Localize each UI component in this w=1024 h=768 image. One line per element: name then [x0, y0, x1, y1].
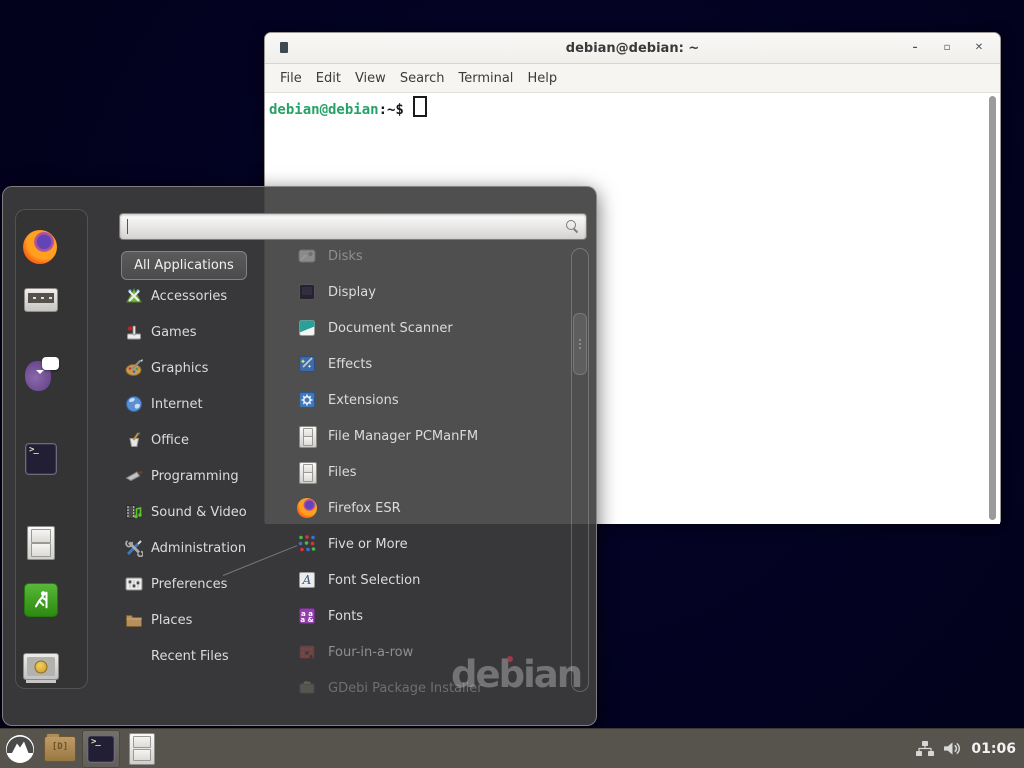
- terminal-menubar: File Edit View Search Terminal Help: [265, 64, 1000, 93]
- clock[interactable]: 01:06: [971, 741, 1016, 757]
- terminal-titlebar[interactable]: debian@debian: ~ – ▫ ✕: [265, 33, 1000, 64]
- display-icon: [297, 282, 317, 302]
- search-icon: [566, 220, 579, 233]
- svg-text:A: A: [302, 573, 312, 587]
- search-input[interactable]: [120, 219, 566, 234]
- places-icon: [125, 611, 143, 629]
- pidgin-icon[interactable]: [25, 361, 51, 391]
- menu-edit[interactable]: Edit: [309, 67, 348, 90]
- category-accessories[interactable]: Accessories: [125, 282, 275, 310]
- four-in-a-row-icon: [297, 642, 317, 662]
- logout-icon[interactable]: [24, 583, 58, 617]
- preferences-icon: [125, 575, 143, 593]
- terminal-window-icon: [280, 42, 288, 53]
- menu-file[interactable]: File: [273, 67, 309, 90]
- debian-watermark: debian: [451, 653, 581, 696]
- desktop: debian@debian: ~ – ▫ ✕ File Edit View Se…: [0, 0, 1024, 768]
- category-preferences[interactable]: Preferences: [125, 570, 275, 598]
- category-games[interactable]: Games: [125, 318, 275, 346]
- app-disks[interactable]: Disks: [265, 241, 573, 271]
- category-sound-video[interactable]: Sound & Video: [125, 498, 275, 526]
- running-person-glyph: [30, 589, 52, 611]
- menu-button[interactable]: [0, 729, 40, 768]
- category-graphics[interactable]: Graphics: [125, 354, 275, 382]
- debian-red-dot: [507, 656, 513, 662]
- games-icon: [125, 323, 143, 341]
- folder-icon: [D]: [44, 736, 76, 762]
- file-cabinet-icon[interactable]: [27, 526, 55, 560]
- app-five-or-more[interactable]: Five or More: [265, 529, 573, 559]
- prompt-suffix: :~$: [379, 102, 404, 118]
- menu-help[interactable]: Help: [520, 67, 564, 90]
- category-places[interactable]: Places: [125, 606, 275, 634]
- five-or-more-icon: [297, 534, 317, 554]
- administration-icon: [125, 539, 143, 557]
- category-administration[interactable]: Administration: [125, 534, 275, 562]
- firefox-icon[interactable]: [23, 230, 57, 264]
- file-cabinet-button[interactable]: [122, 729, 162, 768]
- internet-icon: [125, 395, 143, 413]
- menu-view[interactable]: View: [348, 67, 393, 90]
- font-selection-icon: A: [297, 570, 317, 590]
- app-list-scrollbar-thumb[interactable]: [573, 313, 587, 375]
- gdebi-icon: [297, 678, 317, 697]
- taskbar: [D] 01:06: [0, 728, 1024, 768]
- category-internet[interactable]: Internet: [125, 390, 275, 418]
- terminal-cursor: [413, 96, 427, 117]
- svg-text:a &: a &: [300, 616, 313, 624]
- graphics-icon: [125, 359, 143, 377]
- lock-screen-icon[interactable]: [23, 653, 59, 680]
- keyboard-icon[interactable]: [24, 288, 58, 312]
- app-extensions[interactable]: Extensions: [265, 385, 573, 415]
- search-box[interactable]: [119, 213, 587, 240]
- terminal-taskbar-button[interactable]: [82, 730, 120, 768]
- files-folder-button[interactable]: [D]: [40, 729, 80, 768]
- close-button[interactable]: ✕: [972, 41, 986, 55]
- disks-icon: [297, 246, 317, 266]
- network-icon[interactable]: [916, 741, 934, 757]
- file-cabinet-icon: [297, 426, 317, 446]
- maximize-button[interactable]: ▫: [940, 41, 954, 55]
- terminal-title: debian@debian: ~: [265, 41, 1000, 56]
- app-document-scanner[interactable]: Document Scanner: [265, 313, 573, 343]
- app-font-selection[interactable]: A Font Selection: [265, 565, 573, 595]
- menu-terminal[interactable]: Terminal: [451, 67, 520, 90]
- terminal-icon[interactable]: [25, 443, 57, 475]
- category-recent-files[interactable]: Recent Files: [125, 642, 275, 670]
- firefox-icon: [297, 498, 317, 518]
- terminal-scrollbar[interactable]: [989, 96, 996, 520]
- text-caret: [127, 219, 128, 234]
- scanner-icon: [297, 318, 317, 338]
- file-cabinet-icon: [129, 733, 155, 765]
- application-list: Disks Display Document Scanner Effects E…: [265, 237, 573, 697]
- programming-icon: [125, 467, 143, 485]
- menu-search[interactable]: Search: [393, 67, 452, 90]
- category-all-applications[interactable]: All Applications: [121, 251, 247, 280]
- minimize-button[interactable]: –: [908, 41, 922, 55]
- app-file-manager-pcmanfm[interactable]: File Manager PCManFM: [265, 421, 573, 451]
- file-cabinet-icon: [297, 462, 317, 482]
- office-icon: [125, 431, 143, 449]
- app-effects[interactable]: Effects: [265, 349, 573, 379]
- accessories-icon: [125, 287, 143, 305]
- app-files[interactable]: Files: [265, 457, 573, 487]
- app-display[interactable]: Display: [265, 277, 573, 307]
- terminal-icon: [87, 735, 115, 763]
- effects-icon: [297, 354, 317, 374]
- prompt-user-host: debian@debian: [269, 102, 379, 118]
- fonts-icon: a aa &: [297, 606, 317, 626]
- category-office[interactable]: Office: [125, 426, 275, 454]
- category-programming[interactable]: Programming: [125, 462, 275, 490]
- app-fonts[interactable]: a aa & Fonts: [265, 601, 573, 631]
- volume-icon[interactable]: [943, 741, 962, 756]
- menu-logo-icon: [5, 734, 35, 764]
- app-firefox-esr[interactable]: Firefox ESR: [265, 493, 573, 523]
- sound-video-icon: [125, 503, 143, 521]
- extensions-icon: [297, 390, 317, 410]
- application-menu: All Applications Accessories Games Graph…: [2, 186, 597, 726]
